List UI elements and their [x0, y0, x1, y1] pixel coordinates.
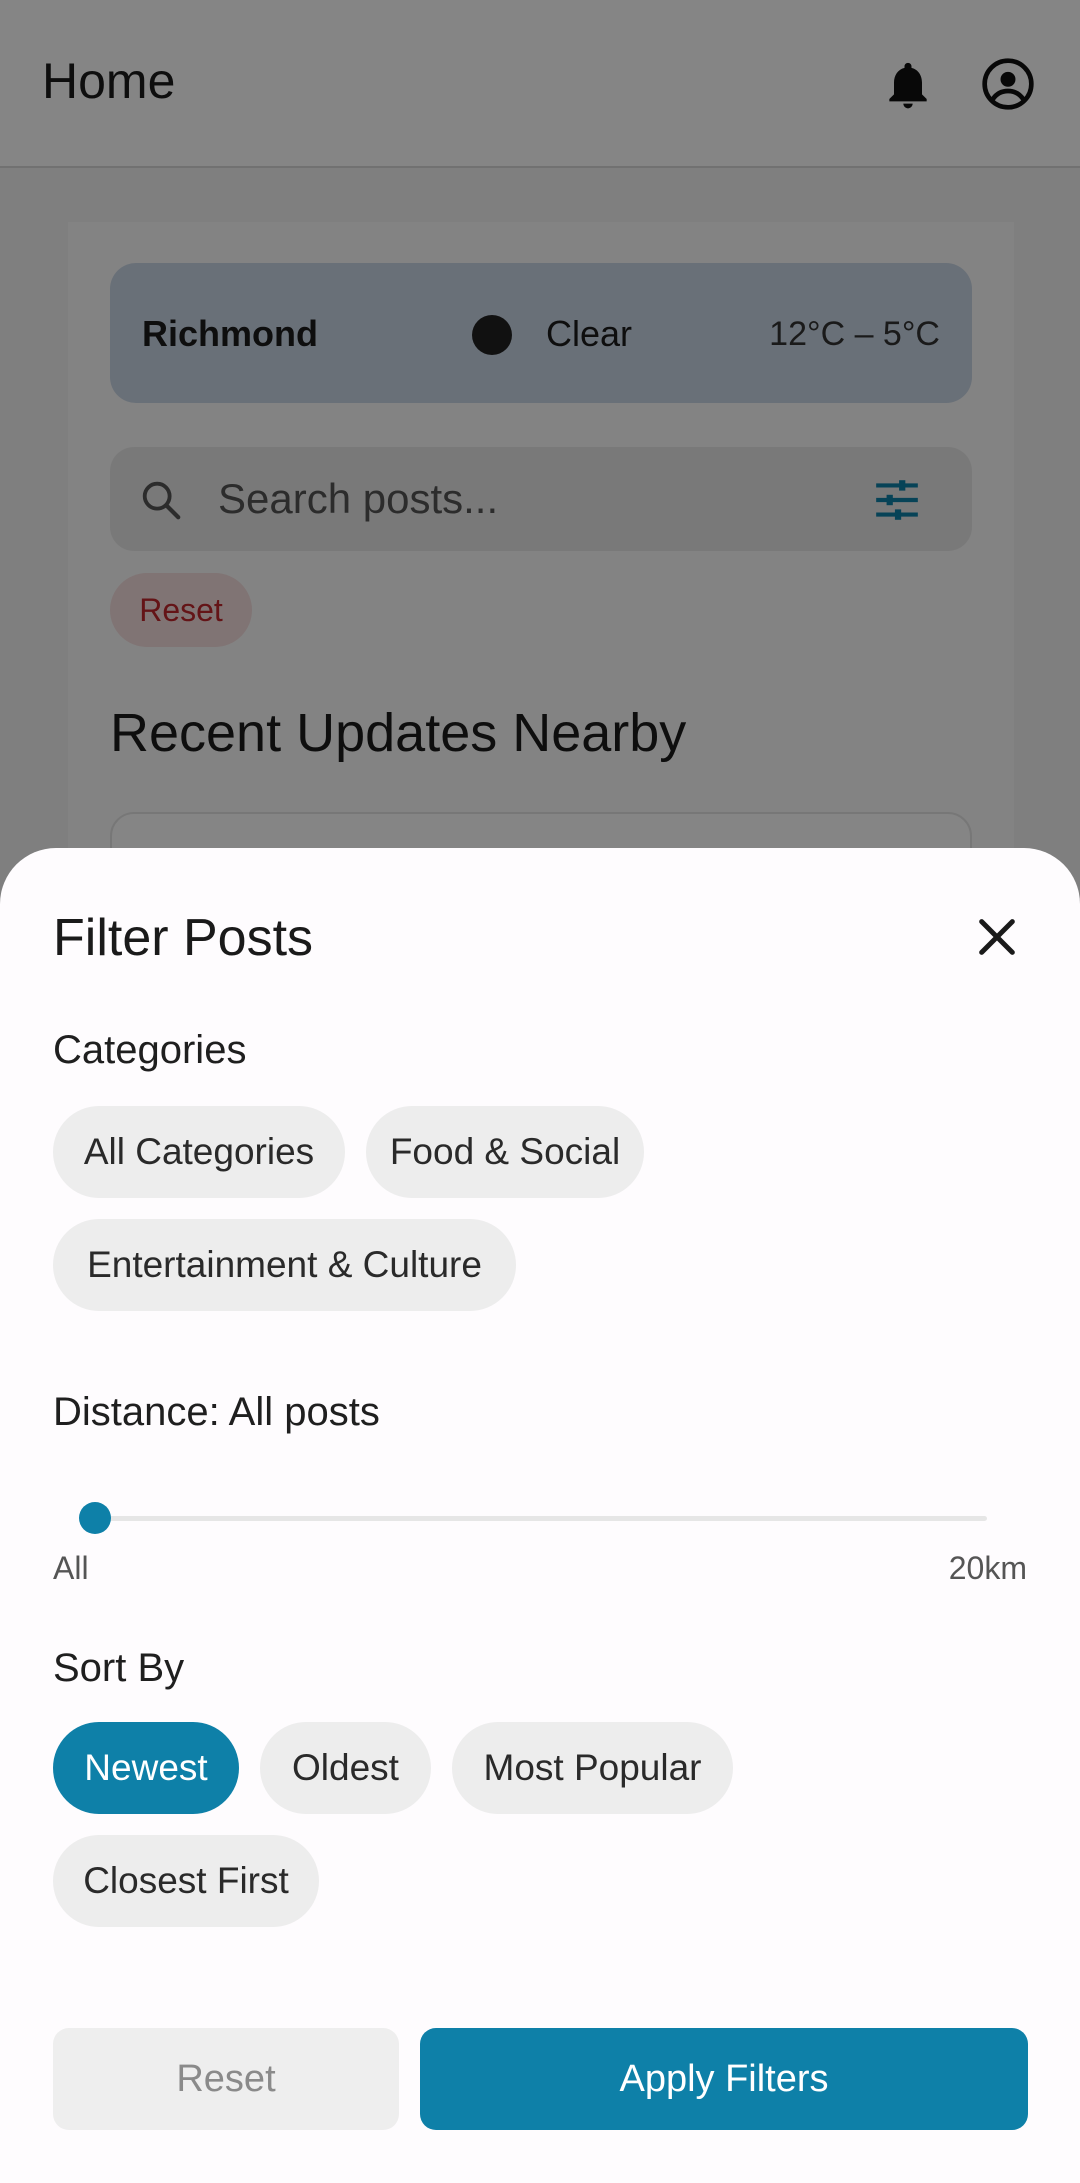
- apply-filters-button[interactable]: Apply Filters: [420, 2028, 1028, 2130]
- sort-chip-most-popular[interactable]: Most Popular: [452, 1722, 733, 1814]
- sheet-title: Filter Posts: [53, 909, 314, 967]
- reset-button[interactable]: Reset: [53, 2028, 399, 2130]
- distance-min-label: All: [53, 1550, 89, 1586]
- distance-slider-thumb[interactable]: [79, 1502, 111, 1534]
- sort-chip-closest-first[interactable]: Closest First: [53, 1835, 319, 1927]
- sort-chip-newest[interactable]: Newest: [53, 1722, 239, 1814]
- close-icon[interactable]: [974, 914, 1020, 960]
- category-chip-all[interactable]: All Categories: [53, 1106, 345, 1198]
- distance-label: Distance: All posts: [53, 1390, 380, 1434]
- category-chip-entertainment-culture[interactable]: Entertainment & Culture: [53, 1219, 516, 1311]
- categories-label: Categories: [53, 1028, 247, 1072]
- category-chip-food-social[interactable]: Food & Social: [366, 1106, 644, 1198]
- distance-slider-track[interactable]: [95, 1516, 987, 1521]
- sort-chip-oldest[interactable]: Oldest: [260, 1722, 431, 1814]
- sort-label: Sort By: [53, 1646, 185, 1690]
- distance-max-label: 20km: [948, 1550, 1027, 1586]
- filter-sheet: Filter Posts Categories All Categories F…: [0, 848, 1080, 2183]
